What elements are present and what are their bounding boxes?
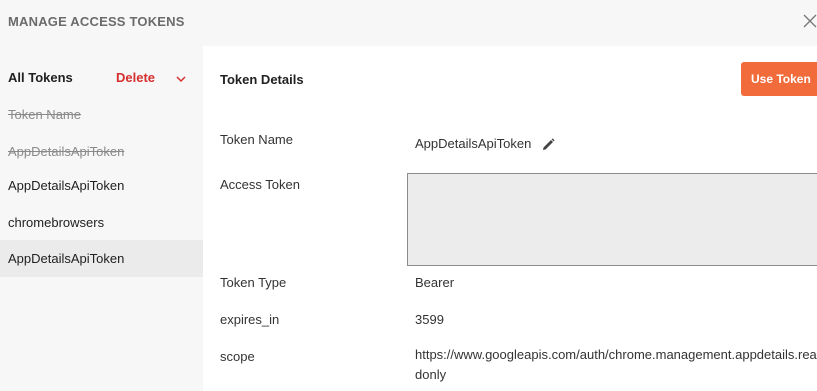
section-title: Token Details bbox=[220, 72, 304, 87]
access-token-label: Access Token bbox=[220, 177, 300, 192]
sidebar-item-appdetails-selected[interactable]: AppDetailsApiToken bbox=[0, 240, 203, 277]
use-token-button[interactable]: Use Token bbox=[741, 62, 817, 96]
token-type-label: Token Type bbox=[220, 275, 287, 290]
close-icon[interactable] bbox=[802, 13, 817, 29]
sidebar-item-chromebrowsers[interactable]: chromebrowsers bbox=[0, 204, 203, 241]
sidebar-item-appdetails-deleted[interactable]: AppDetailsApiToken bbox=[0, 133, 203, 170]
sidebar-item-token-name[interactable]: Token Name bbox=[0, 96, 203, 133]
scope-label: scope bbox=[220, 349, 255, 364]
scope-value: https://www.googleapis.com/auth/chrome.m… bbox=[415, 347, 817, 382]
all-tokens-label: All Tokens bbox=[8, 70, 73, 85]
expires-in-label: expires_in bbox=[220, 312, 280, 327]
token-name-value: AppDetailsApiToken bbox=[415, 136, 532, 151]
modal-title: MANAGE ACCESS TOKENS bbox=[8, 14, 185, 29]
access-token-field[interactable] bbox=[407, 173, 817, 266]
token-details-panel: Token Details Use Token Token Name AppDe… bbox=[203, 46, 817, 391]
token-sidebar: All Tokens Delete Token Name AppDetailsA… bbox=[0, 46, 203, 391]
chevron-down-icon[interactable] bbox=[175, 73, 187, 85]
pencil-icon[interactable] bbox=[542, 138, 555, 151]
expires-in-value: 3599 bbox=[415, 312, 444, 327]
sidebar-item-appdetails[interactable]: AppDetailsApiToken bbox=[0, 167, 203, 204]
modal-header: MANAGE ACCESS TOKENS bbox=[0, 0, 817, 46]
token-type-value: Bearer bbox=[415, 275, 455, 290]
delete-button[interactable]: Delete bbox=[116, 70, 155, 85]
token-name-label: Token Name bbox=[220, 132, 293, 147]
sidebar-toolbar: All Tokens Delete bbox=[8, 70, 198, 88]
